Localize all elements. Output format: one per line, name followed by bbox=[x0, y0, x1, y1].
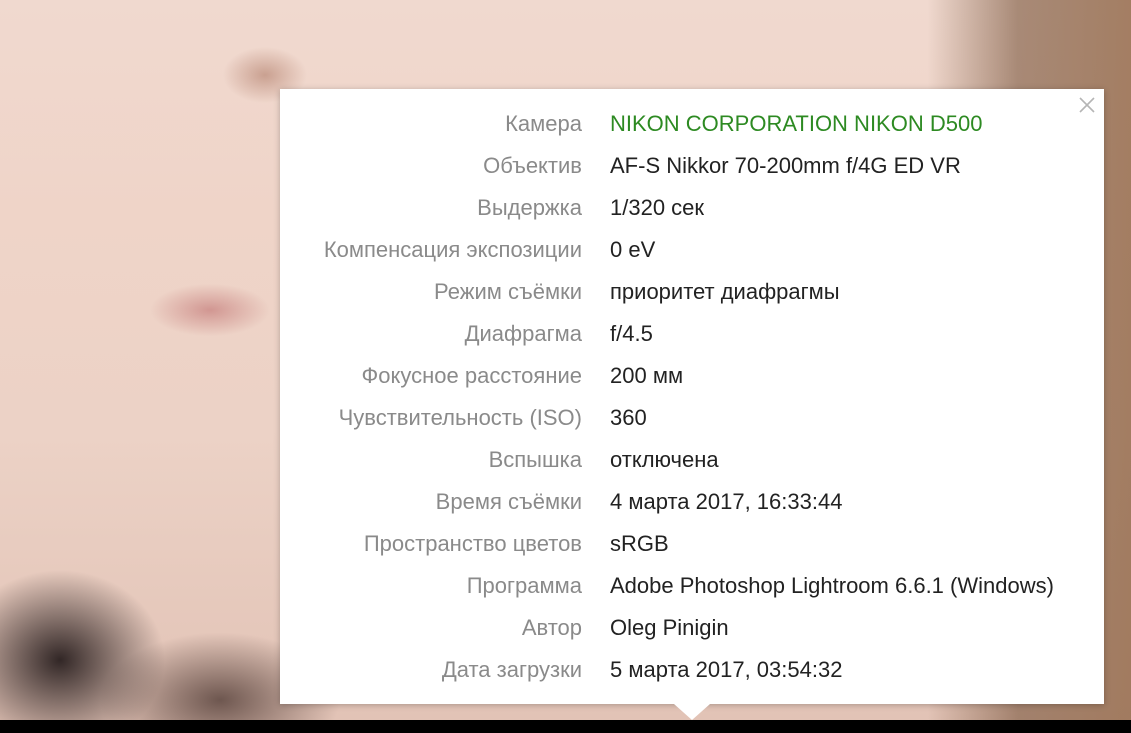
exif-row-exposure-compensation: Компенсация экспозиции 0 eV bbox=[280, 229, 1104, 271]
exif-label: Диафрагма bbox=[464, 321, 582, 346]
exif-value: AF-S Nikkor 70-200mm f/4G ED VR bbox=[610, 153, 961, 178]
exif-label: Режим съёмки bbox=[434, 279, 582, 304]
exif-value: 1/320 сек bbox=[610, 195, 705, 220]
exif-value: Oleg Pinigin bbox=[610, 615, 729, 640]
exif-row-shutter: Выдержка 1/320 сек bbox=[280, 187, 1104, 229]
exif-value: Adobe Photoshop Lightroom 6.6.1 (Windows… bbox=[610, 573, 1054, 598]
exif-label: Чувствительность (ISO) bbox=[338, 405, 582, 430]
exif-label: Время съёмки bbox=[435, 489, 582, 514]
exif-label: Объектив bbox=[483, 153, 582, 178]
exif-row-camera: Камера NIKON CORPORATION NIKON D500 bbox=[280, 103, 1104, 145]
exif-info-popup: Камера NIKON CORPORATION NIKON D500 Объе… bbox=[280, 89, 1104, 704]
exif-label: Выдержка bbox=[477, 195, 582, 220]
exif-row-shot-time: Время съёмки 4 марта 2017, 16:33:44 bbox=[280, 481, 1104, 523]
exif-label: Дата загрузки bbox=[441, 657, 582, 682]
exif-label: Фокусное расстояние bbox=[361, 363, 582, 388]
exif-row-author: Автор Oleg Pinigin bbox=[280, 607, 1104, 649]
exif-value: 0 eV bbox=[610, 237, 656, 262]
bottom-bar bbox=[0, 720, 1131, 733]
exif-row-aperture: Диафрагма f/4.5 bbox=[280, 313, 1104, 355]
exif-value: 200 мм bbox=[610, 363, 684, 388]
exif-table: Камера NIKON CORPORATION NIKON D500 Объе… bbox=[280, 103, 1104, 691]
exif-label: Пространство цветов bbox=[363, 531, 582, 556]
exif-value: 4 марта 2017, 16:33:44 bbox=[610, 489, 843, 514]
exif-value: 5 марта 2017, 03:54:32 bbox=[610, 657, 843, 682]
exif-row-mode: Режим съёмки приоритет диафрагмы bbox=[280, 271, 1104, 313]
exif-row-software: Программа Adobe Photoshop Lightroom 6.6.… bbox=[280, 565, 1104, 607]
exif-label: Автор bbox=[521, 615, 582, 640]
exif-value: отключена bbox=[610, 447, 719, 472]
exif-value: приоритет диафрагмы bbox=[610, 279, 840, 304]
exif-label: Компенсация экспозиции bbox=[323, 237, 582, 262]
exif-value: 360 bbox=[610, 405, 647, 430]
exif-row-flash: Вспышка отключена bbox=[280, 439, 1104, 481]
exif-value: sRGB bbox=[610, 531, 669, 556]
popup-pointer bbox=[674, 704, 710, 720]
camera-link[interactable]: NIKON CORPORATION NIKON D500 bbox=[610, 111, 982, 137]
exif-label: Камера bbox=[505, 111, 582, 136]
exif-row-iso: Чувствительность (ISO) 360 bbox=[280, 397, 1104, 439]
exif-row-lens: Объектив AF-S Nikkor 70-200mm f/4G ED VR bbox=[280, 145, 1104, 187]
exif-label: Вспышка bbox=[488, 447, 582, 472]
exif-row-upload-date: Дата загрузки 5 марта 2017, 03:54:32 bbox=[280, 649, 1104, 691]
exif-value: f/4.5 bbox=[610, 321, 653, 346]
exif-row-color-space: Пространство цветов sRGB bbox=[280, 523, 1104, 565]
exif-label: Программа bbox=[466, 573, 582, 598]
exif-row-focal-length: Фокусное расстояние 200 мм bbox=[280, 355, 1104, 397]
